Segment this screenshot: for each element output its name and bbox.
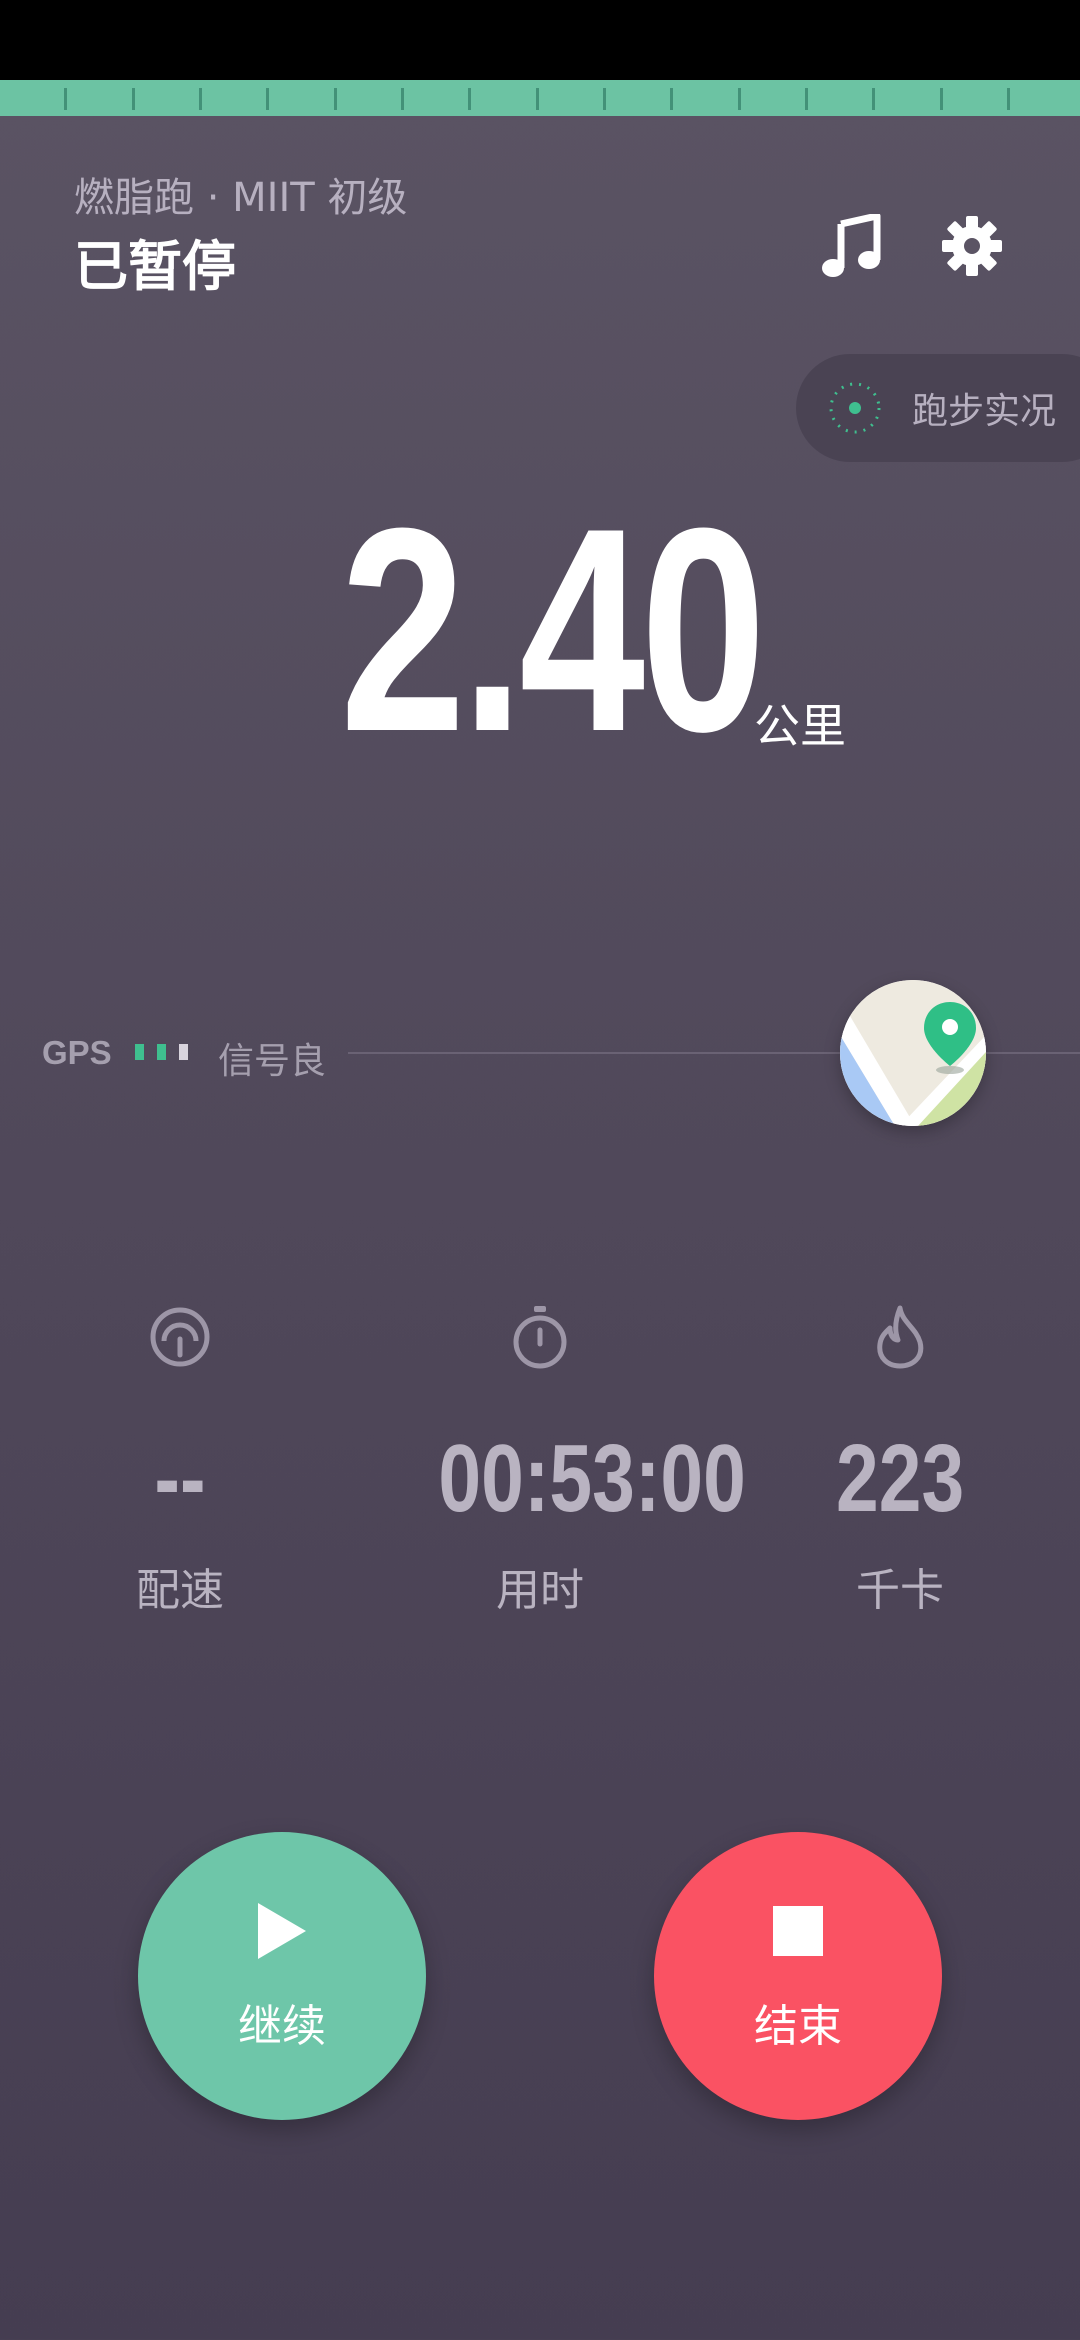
settings-button[interactable]: [932, 206, 1012, 286]
progress-tick: [738, 88, 741, 110]
duration-value-text: 00:53:00: [438, 1425, 746, 1532]
play-icon: [254, 1898, 310, 1964]
progress-tick: [872, 88, 875, 110]
gps-signal-bars: [135, 1044, 195, 1060]
pace-value-text: --: [154, 1425, 206, 1532]
calories-stat: 223 千卡: [760, 1300, 1040, 1618]
progress-tick: [132, 88, 135, 110]
speedometer-icon: [40, 1300, 320, 1374]
live-run-status-label: 跑步实况: [912, 391, 1057, 432]
progress-tick: [64, 88, 67, 110]
progress-tick: [1007, 88, 1010, 110]
distance-display: 2.40 公里: [340, 468, 940, 792]
progress-tick: [401, 88, 404, 110]
radar-icon: [826, 379, 884, 437]
progress-tick: [805, 88, 808, 110]
signal-bar: [157, 1044, 166, 1060]
pace-label: 配速: [136, 1565, 224, 1616]
progress-tick: [670, 88, 673, 110]
resume-button-label: 继续: [238, 2001, 326, 2052]
map-pin-icon: [840, 980, 986, 1126]
progress-tick: [199, 88, 202, 110]
progress-tick: [334, 88, 337, 110]
calories-value-text: 223: [835, 1425, 965, 1532]
calories-label: 千卡: [856, 1565, 944, 1616]
progress-tick: [266, 88, 269, 110]
resume-button[interactable]: 继续: [138, 1832, 426, 2120]
signal-bar: [179, 1044, 188, 1060]
live-run-status-button[interactable]: 跑步实况: [796, 354, 1080, 462]
duration-stat: 00:53:00 用时: [400, 1300, 746, 1618]
stopwatch-icon: [400, 1300, 680, 1374]
system-status-bar: [0, 0, 1080, 80]
flame-icon: [760, 1300, 1040, 1374]
run-header: 燃脂跑 · MIIT 初级 已暂停: [74, 178, 407, 294]
run-status-title: 已暂停: [74, 235, 236, 298]
stop-icon: [773, 1898, 823, 1964]
workout-subtitle: 燃脂跑 · MIIT 初级: [74, 175, 408, 221]
pace-value: --: [40, 1424, 320, 1534]
progress-tick: [940, 88, 943, 110]
duration-value: 00:53:00: [400, 1424, 745, 1534]
map-button[interactable]: [840, 980, 986, 1126]
calories-value: 223: [760, 1424, 1040, 1534]
gear-icon: [942, 216, 1002, 276]
end-button-label: 结束: [754, 2001, 842, 2052]
distance-value: 2.40: [340, 468, 766, 792]
progress-tick: [603, 88, 606, 110]
gps-label: GPS: [42, 1034, 112, 1071]
music-note-icon: [822, 214, 881, 277]
progress-tick: [536, 88, 539, 110]
music-button[interactable]: [812, 206, 892, 286]
distance-unit: 公里: [754, 699, 846, 753]
end-run-button[interactable]: 结束: [654, 1832, 942, 2120]
duration-label: 用时: [496, 1565, 584, 1616]
run-progress-strip: [0, 80, 1080, 116]
signal-bar: [135, 1044, 144, 1060]
pace-stat: -- 配速: [40, 1300, 320, 1618]
gps-signal-text: 信号良: [218, 1041, 327, 1082]
progress-tick: [468, 88, 471, 110]
